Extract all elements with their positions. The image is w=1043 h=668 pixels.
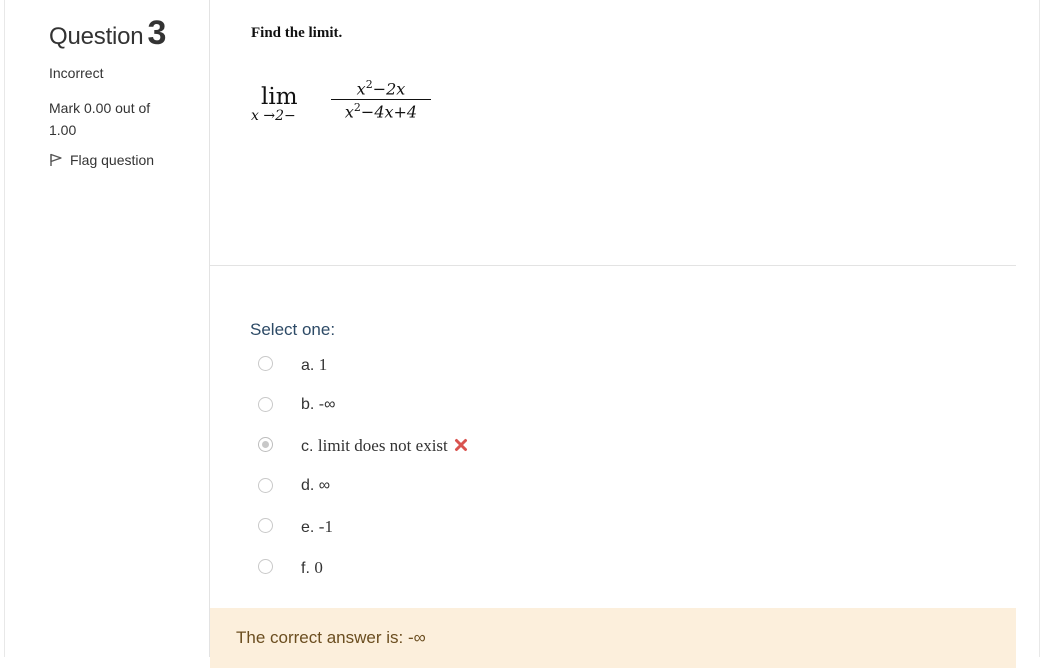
question-grade: Mark 0.00 out of 1.00 xyxy=(49,100,151,138)
question-prompt: Find the limit. xyxy=(251,25,343,41)
answer-label-b[interactable]: b. -∞ xyxy=(301,396,336,414)
answer-label-f[interactable]: f. 0 xyxy=(301,558,323,578)
answer-option-c[interactable]: c. limit does not exist xyxy=(258,434,858,475)
cross-icon xyxy=(454,439,467,451)
correct-answer-text: The correct answer is: -∞ xyxy=(236,628,426,647)
flag-icon xyxy=(50,153,62,166)
fraction-denominator: x2−4x+4 xyxy=(344,101,418,122)
radio-c[interactable] xyxy=(258,437,273,452)
fraction-bar xyxy=(331,99,431,100)
feedback-box: The correct answer is: -∞ xyxy=(210,608,1016,668)
flag-question-label: Flag question xyxy=(70,152,155,168)
answer-option-d[interactable]: d. ∞ xyxy=(258,475,858,516)
limit-subscript: x →2− xyxy=(251,108,296,124)
radio-b[interactable] xyxy=(258,396,273,412)
page-border-right xyxy=(1039,0,1040,657)
select-one-prompt: Select one: xyxy=(250,320,336,339)
answer-option-f[interactable]: f. 0 xyxy=(258,556,858,597)
radio-e[interactable] xyxy=(258,518,273,533)
answer-option-b[interactable]: b. -∞ xyxy=(258,394,858,435)
question-state: Incorrect xyxy=(49,65,104,81)
radio-a[interactable] xyxy=(258,356,273,371)
question-label: Question xyxy=(49,23,144,50)
answer-option-a[interactable]: a. 1 xyxy=(258,353,858,394)
section-divider xyxy=(210,265,1016,266)
flag-question-link[interactable]: Flag question xyxy=(49,152,154,168)
radio-d[interactable] xyxy=(258,477,273,493)
radio-f[interactable] xyxy=(258,558,273,574)
answer-label-c[interactable]: c. limit does not exist xyxy=(301,436,468,456)
question-info-panel: Question 3 Incorrect Mark 0.00 out of 1.0… xyxy=(0,0,209,657)
question-number: 3 xyxy=(147,14,167,52)
answer-label-a[interactable]: a. 1 xyxy=(301,355,327,375)
answer-label-d[interactable]: d. ∞ xyxy=(301,477,330,495)
answer-option-e[interactable]: e. -1 xyxy=(258,515,858,556)
answer-label-e[interactable]: e. -1 xyxy=(301,517,333,537)
fraction-numerator: x2−2x xyxy=(356,78,406,99)
quiz-page: Question 3 Incorrect Mark 0.00 out of 1.0… xyxy=(0,0,1043,668)
question-heading: Question 3 xyxy=(49,14,166,53)
question-formulation: Find the limit. lim x →2− x2−2x x2−4x+4 xyxy=(210,0,1016,265)
limit-word: lim xyxy=(261,84,298,110)
answer-options: a. 1 b. -∞ c. limit does not exist d. ∞ … xyxy=(258,353,858,596)
